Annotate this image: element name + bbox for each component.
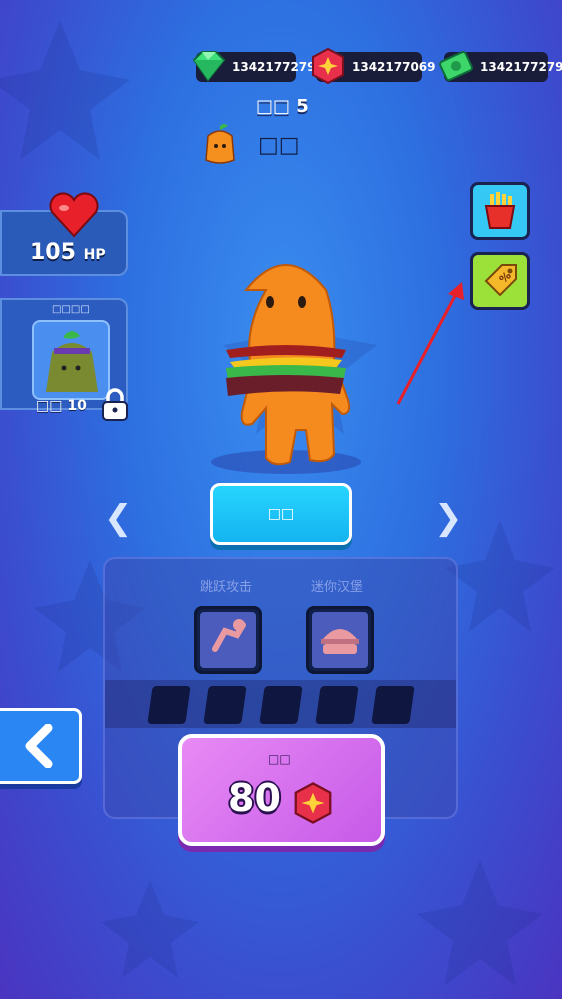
- skill-2-label: 迷你汉堡: [311, 580, 364, 595]
- upgrade-slot: [259, 686, 303, 724]
- fries-shop-button[interactable]: [470, 182, 530, 240]
- locked-character-thumbnail[interactable]: [32, 320, 110, 400]
- character-level: □□ 5: [256, 96, 309, 117]
- buy-button[interactable]: [178, 734, 385, 846]
- previous-character-button[interactable]: ❮: [104, 498, 133, 538]
- discount-button[interactable]: %: [470, 252, 530, 310]
- gem-icon: [192, 51, 226, 82]
- gems-value: 1342177279: [232, 60, 316, 74]
- gems-counter[interactable]: 1342177279: [192, 51, 316, 82]
- skill-2-slot[interactable]: [306, 606, 374, 674]
- unlock-level: □□ 10: [36, 398, 87, 414]
- cash-icon: [439, 51, 473, 81]
- hp-unit: HP: [83, 247, 106, 263]
- hint-arrow: [396, 282, 464, 405]
- unlock-level-label: □□: [36, 398, 63, 414]
- buy-label: □□: [268, 752, 291, 766]
- hp-readout: 105 HP: [30, 240, 106, 265]
- select-character-button[interactable]: □□: [210, 483, 352, 545]
- next-character-button[interactable]: ❯: [434, 498, 463, 538]
- level-label: □□: [256, 96, 291, 117]
- upgrade-slot: [203, 686, 247, 724]
- star-coin-icon: [294, 782, 332, 824]
- lock-icon: [102, 388, 128, 421]
- unlock-level-value: 10: [67, 398, 87, 414]
- hp-value: 105: [30, 240, 76, 265]
- discount-tag-icon: %: [484, 264, 517, 297]
- upgrade-slot: [315, 686, 359, 724]
- cash-value: 1342177279: [480, 60, 562, 74]
- select-button-label: □□: [267, 506, 295, 522]
- skill-1-label: 跳跃攻击: [200, 580, 253, 595]
- burger-character: [211, 264, 361, 474]
- heart-icon: [49, 192, 99, 238]
- upgrade-slot: [147, 686, 191, 724]
- jump-attack-icon: [212, 619, 246, 652]
- character-tag: □□: [258, 133, 300, 158]
- fries-shop-icon: [484, 192, 516, 229]
- coins-counter[interactable]: 1342177069: [312, 47, 436, 85]
- character-class-icon: [205, 124, 235, 164]
- upgrade-slot: [371, 686, 415, 724]
- skill-1-slot[interactable]: [194, 606, 262, 674]
- cash-counter[interactable]: 1342177279: [439, 51, 562, 82]
- level-value: 5: [296, 96, 309, 117]
- chevron-left-icon: [25, 724, 52, 768]
- buy-price: 80: [228, 776, 281, 820]
- mini-burger-icon: [321, 629, 359, 654]
- locked-character-title: □□□□: [52, 304, 90, 315]
- star-coin-icon: [312, 47, 344, 85]
- leek-character-icon: [46, 331, 98, 392]
- back-button[interactable]: [0, 708, 82, 784]
- coins-value: 1342177069: [352, 60, 436, 74]
